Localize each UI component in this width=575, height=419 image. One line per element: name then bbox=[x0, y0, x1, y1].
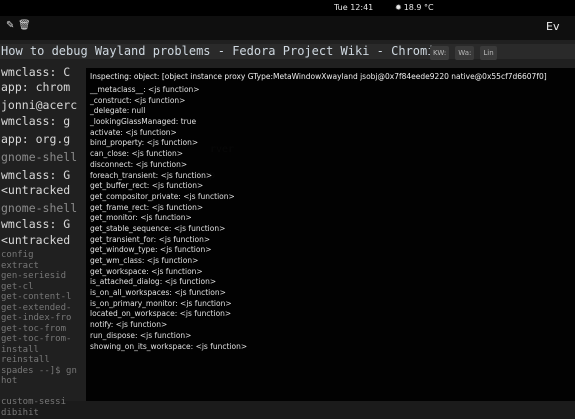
inspector-property[interactable]: bind_property: <js function> bbox=[90, 138, 247, 149]
inspector-property[interactable]: _lookingGlassManaged: true bbox=[90, 117, 247, 128]
terminal-line-small: hot bbox=[1, 376, 18, 386]
terminal-line-small: custom-sessi bbox=[1, 397, 67, 407]
terminal-line: app: chrom bbox=[1, 80, 71, 94]
terminal-line: wmclass: G bbox=[1, 217, 71, 231]
property-list: __metaclass__: <js function> _construct: … bbox=[90, 85, 247, 352]
inspector-property[interactable]: is_attached_dialog: <js function> bbox=[90, 277, 247, 288]
terminal-line: wmclass: G bbox=[1, 168, 71, 182]
terminal-line: <untracked bbox=[1, 233, 71, 247]
terminal-line-small: extract bbox=[1, 260, 39, 271]
weather-indicator[interactable]: ✹ 18.9 °C bbox=[395, 0, 434, 16]
terminal-line: jonni@acerc bbox=[1, 98, 78, 112]
trash-icon[interactable]: 🗑 bbox=[18, 20, 31, 31]
inspector-property[interactable]: _construct: <js function> bbox=[90, 96, 247, 107]
terminal-line-small: get-toc-from bbox=[1, 323, 67, 334]
inspector-property[interactable]: activate: <js function> bbox=[90, 128, 247, 139]
terminal-line-small: get-content-l bbox=[1, 292, 72, 302]
terminal-line-small: get-extended- bbox=[1, 302, 72, 313]
terminal-line-small: get-toc-from- bbox=[1, 334, 72, 344]
terminal-line: gnome-shell bbox=[1, 201, 78, 215]
terminal-line-small bbox=[0, 387, 87, 398]
terminal-line: app: org.g bbox=[1, 132, 71, 146]
terminal-line-small: dibihit bbox=[1, 407, 39, 418]
corner-label: Ev bbox=[546, 20, 560, 33]
pen-icon[interactable]: ✎ bbox=[6, 20, 14, 31]
weather-temp: 18.9 °C bbox=[403, 3, 434, 12]
browser-tabs: KW: Wa: Lin bbox=[430, 46, 503, 60]
inspector-property[interactable]: located_on_workspace: <js function> bbox=[90, 309, 247, 320]
inspector-property[interactable]: __metaclass__: <js function> bbox=[90, 85, 247, 96]
inspector-property[interactable]: _delegate: null bbox=[90, 106, 247, 117]
terminal-line-small: reinstall bbox=[1, 355, 50, 365]
inspector-property[interactable]: get_window_type: <js function> bbox=[90, 245, 247, 256]
terminal-line-small: config bbox=[1, 250, 34, 260]
inspector-property[interactable]: get_compositor_private: <js function> bbox=[90, 192, 247, 203]
inspector-property[interactable]: get_stable_sequence: <js function> bbox=[90, 224, 247, 235]
inspector-property[interactable]: get_transient_for: <js function> bbox=[90, 235, 247, 246]
terminal-line: gnome-shell bbox=[1, 150, 78, 164]
terminal-line: wmclass: C bbox=[1, 65, 71, 79]
inspector-property[interactable]: get_wm_class: <js function> bbox=[90, 256, 247, 267]
inspector-property[interactable]: get_monitor: <js function> bbox=[90, 213, 247, 224]
top-panel: Tue 12:41 ✹ 18.9 °C bbox=[0, 0, 575, 16]
inspector-property[interactable]: can_close: <js function> bbox=[90, 149, 247, 160]
terminal-toolbar: ✎ 🗑 Ev bbox=[0, 16, 575, 40]
inspector-property[interactable]: showing_on_its_workspace: <js function> bbox=[90, 342, 247, 353]
inspector-property[interactable]: get_buffer_rect: <js function> bbox=[90, 181, 247, 192]
inspector-property[interactable]: foreach_transient: <js function> bbox=[90, 171, 247, 182]
looking-glass-inspector[interactable]: Inspecting: object: [object instance pro… bbox=[86, 68, 575, 401]
inspector-property[interactable]: run_dispose: <js function> bbox=[90, 331, 247, 342]
inspect-header: Inspecting: object: [object instance pro… bbox=[90, 72, 547, 81]
terminal-line-small: get-cl bbox=[1, 281, 34, 292]
inspector-property[interactable]: disconnect: <js function> bbox=[90, 160, 247, 171]
browser-tab[interactable]: KW: bbox=[430, 46, 450, 60]
terminal-line-small: gen-seriesid bbox=[1, 271, 67, 281]
inspector-property[interactable]: get_workspace: <js function> bbox=[90, 267, 247, 278]
inspector-property[interactable]: get_frame_rect: <js function> bbox=[90, 203, 247, 214]
inspector-property[interactable]: is_on_all_workspaces: <js function> bbox=[90, 288, 247, 299]
sun-icon: ✹ bbox=[395, 3, 402, 12]
browser-tab[interactable]: Lin bbox=[480, 46, 497, 60]
terminal-line-small: get-index-fro bbox=[1, 313, 72, 323]
browser-tab[interactable]: Wa: bbox=[455, 46, 475, 60]
inspector-property[interactable]: notify: <js function> bbox=[90, 320, 247, 331]
terminal-line-small: install bbox=[1, 344, 39, 355]
terminal-line-small: spades --]$ gn bbox=[1, 365, 77, 376]
clock[interactable]: Tue 12:41 bbox=[334, 0, 373, 16]
terminal-line: <untracked bbox=[1, 183, 71, 197]
terminal-line: wmclass: g bbox=[1, 114, 71, 128]
inspector-property[interactable]: is_on_primary_monitor: <js function> bbox=[90, 299, 247, 310]
